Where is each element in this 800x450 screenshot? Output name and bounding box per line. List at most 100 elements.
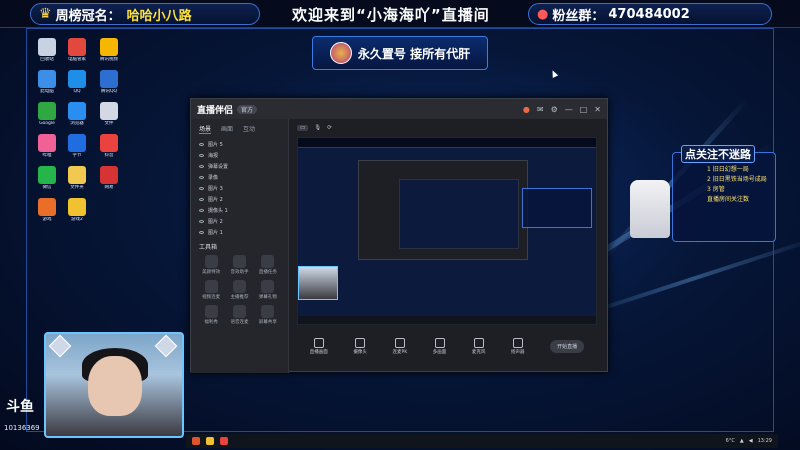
tool-button[interactable]: 福利秀 (197, 305, 225, 325)
tab-interact[interactable]: 互动 (243, 124, 255, 134)
desktop-icon[interactable]: 腾讯视频 (94, 38, 124, 63)
visibility-eye-icon[interactable] (199, 231, 204, 234)
version-badge: 官方 (237, 104, 258, 114)
tool-icon (232, 255, 246, 268)
mic-icon[interactable]: 🎙 (314, 125, 321, 131)
network-icon[interactable]: ▲ (740, 438, 744, 444)
desktop-icon-label: 电脑管家 (68, 57, 86, 62)
tool-button[interactable]: 屏幕共享 (254, 305, 282, 325)
tool-button[interactable]: 语音连麦 (225, 305, 253, 325)
visibility-eye-icon[interactable] (199, 165, 204, 168)
taskbar-folder-icon[interactable] (206, 437, 214, 445)
desktop-icon[interactable]: 文件 (94, 102, 124, 127)
volume-icon[interactable]: ◀ (749, 438, 753, 444)
scene-item[interactable]: 图片 5 (191, 139, 288, 150)
cat-ear-left (48, 334, 72, 358)
avatar-icon[interactable]: ● (523, 105, 530, 114)
control-button[interactable]: 多画面 (433, 337, 446, 355)
tab-scenes[interactable]: 场景 (199, 124, 212, 134)
visibility-eye-icon[interactable] (199, 220, 204, 223)
tool-label: 美颜特效 (202, 270, 221, 275)
desktop-icon-label: 此电脑 (40, 89, 54, 94)
landscape-toggle[interactable]: ▭ (297, 125, 309, 131)
desktop-icon[interactable]: Google (32, 102, 62, 127)
scene-item[interactable]: 图片 2 (191, 216, 288, 227)
visibility-eye-icon[interactable] (199, 154, 204, 157)
visibility-eye-icon[interactable] (199, 198, 204, 201)
desktop-icon[interactable]: 文件夹 (62, 166, 92, 191)
desktop-icon[interactable]: 抖音 (94, 134, 124, 159)
desktop-icon[interactable]: 网易 (94, 166, 124, 191)
desktop-icon[interactable]: 腾讯QQ (94, 70, 124, 95)
tool-icon (232, 280, 246, 293)
scene-item[interactable]: 摄像头 1 (191, 205, 288, 216)
preview-nested-canvas (399, 179, 519, 249)
taskbar-live-icon[interactable] (220, 437, 228, 445)
tool-button[interactable]: 直播任务 (254, 255, 282, 275)
scene-item[interactable]: 图片 1 (191, 227, 288, 238)
control-button[interactable]: 麦克风 (472, 337, 485, 355)
scene-label: 图片 2 (208, 197, 223, 203)
visibility-eye-icon[interactable] (199, 209, 204, 212)
close-icon[interactable]: ✕ (594, 105, 601, 114)
tool-button[interactable]: 主播推荐 (225, 280, 253, 300)
preview-top-banner (298, 138, 596, 148)
maximize-icon[interactable]: □ (580, 105, 588, 114)
rank-label: 周榜冠名： (55, 8, 121, 24)
fans-pill: ● 粉丝群： 470484002 (528, 3, 772, 25)
desktop-icon[interactable]: QQ (62, 70, 92, 95)
control-button[interactable]: 直播画面 (310, 337, 328, 355)
control-bar: 直播画面 摄像头 连麦PK 多画面 麦克风 扬声器 开始直播 (297, 331, 597, 361)
scene-item[interactable]: 海报 (191, 150, 288, 161)
scene-label: 图片 2 (208, 219, 223, 225)
tab-canvas[interactable]: 画面 (221, 124, 233, 134)
start-live-button[interactable]: 开始直播 (550, 339, 585, 353)
desktop-icon[interactable]: 回收站 (32, 38, 62, 63)
tool-label: 音效助手 (230, 270, 249, 275)
desktop-icon[interactable]: 浏览器 (62, 102, 92, 127)
scene-item[interactable]: 图片 2 (191, 194, 288, 205)
desktop-icon[interactable]: 字节 (62, 134, 92, 159)
tool-button[interactable]: 美颜特效 (197, 255, 225, 275)
scene-item[interactable]: 图片 3 (191, 183, 288, 194)
tool-label: 屏幕共享 (258, 320, 277, 325)
ad-banner: 永久置号 接所有代肝 (312, 36, 488, 70)
tools-grid: 美颜特效 音效助手 直播任务视频连麦 主播推荐 弹幕礼物福利秀 语音连麦 屏幕共享 (191, 255, 288, 325)
tool-button[interactable]: 视频连麦 (197, 280, 225, 300)
desktop-icon[interactable]: 游戏2 (62, 198, 92, 223)
visibility-eye-icon[interactable] (199, 187, 204, 190)
window-titlebar[interactable]: 直播伴侣 官方 ● ✉ ⚙ — □ ✕ (191, 99, 607, 119)
taskbar-app-icon[interactable] (192, 437, 200, 445)
desktop-icon[interactable]: 游戏 (32, 198, 62, 223)
tool-label: 视频连麦 (202, 295, 221, 300)
tool-button[interactable]: 弹幕礼物 (254, 280, 282, 300)
visibility-eye-icon[interactable] (199, 143, 204, 146)
scene-item[interactable]: 弹幕设置 (191, 161, 288, 172)
scene-item[interactable]: 录像 (191, 172, 288, 183)
desktop-icon[interactable]: 电脑管家 (62, 38, 92, 63)
refresh-icon[interactable]: ⟳ (327, 125, 332, 131)
desktop-icon-label: 网易 (104, 185, 114, 190)
desktop-icon-label: 抖音 (104, 153, 114, 158)
desktop-icon[interactable]: 哔哩 (32, 134, 62, 159)
message-icon[interactable]: ✉ (537, 105, 544, 114)
scene-label: 图片 1 (208, 230, 223, 236)
tool-button[interactable]: 音效助手 (225, 255, 253, 275)
live-companion-window[interactable]: 直播伴侣 官方 ● ✉ ⚙ — □ ✕ 场景 画面 互动 图片 5 海报 弹幕设置录… (190, 98, 608, 373)
preview-taskbar (298, 316, 596, 324)
desktop-icon[interactable]: 此电脑 (32, 70, 62, 95)
app-icon (100, 38, 118, 56)
stream-preview[interactable] (297, 137, 597, 325)
top-banner: ♛ 周榜冠名： 哈哈小八路 欢迎来到“小海海吖”直播间 ● 粉丝群： 47048… (0, 0, 800, 28)
desktop-icon-label: 微信 (42, 185, 52, 190)
visibility-eye-icon[interactable] (199, 176, 204, 179)
settings-icon[interactable]: ⚙ (551, 105, 558, 114)
control-button[interactable]: 连麦PK (393, 337, 407, 355)
desktop-icon[interactable]: 微信 (32, 166, 62, 191)
minimize-icon[interactable]: — (565, 105, 573, 114)
control-button[interactable]: 摄像头 (353, 337, 367, 355)
preview-webcam (298, 266, 338, 300)
preview-nested-window (358, 160, 528, 260)
tool-icon (261, 255, 275, 268)
control-button[interactable]: 扬声器 (511, 337, 525, 355)
